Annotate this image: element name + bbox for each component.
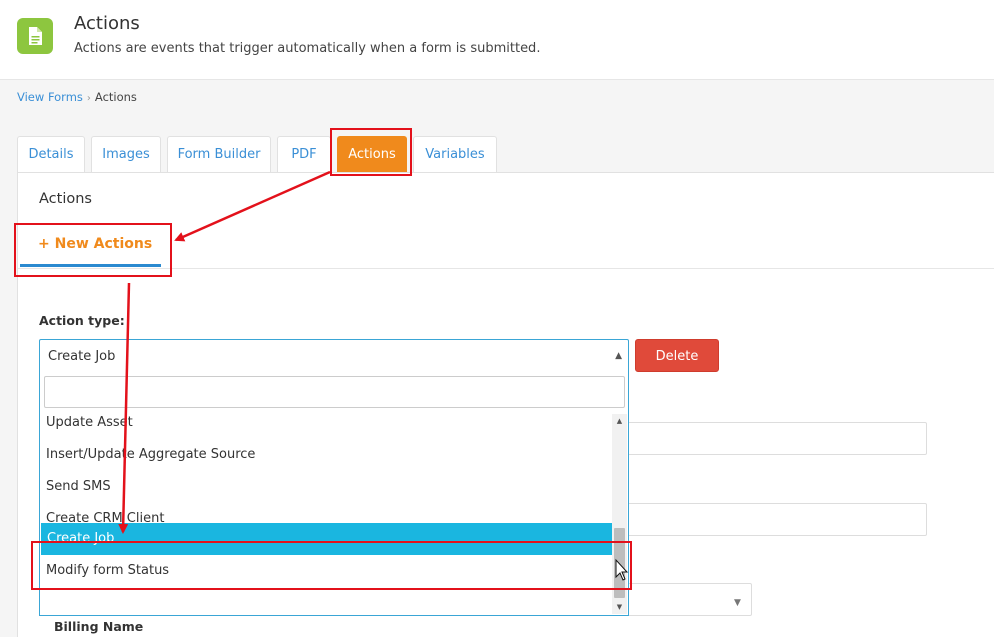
caret-down-icon: ▼ <box>734 598 741 608</box>
action-type-value: Create Job <box>48 349 116 364</box>
page-header: Actions Actions are events that trigger … <box>0 0 994 80</box>
breadcrumb-view-forms[interactable]: View Forms <box>17 90 83 104</box>
delete-button[interactable]: Delete <box>635 339 719 372</box>
breadcrumb-separator: › <box>86 93 91 104</box>
background-input-1[interactable] <box>610 422 927 455</box>
tab-form-builder[interactable]: Form Builder <box>167 136 271 172</box>
document-icon <box>17 18 53 54</box>
option-send-sms[interactable]: Send SMS <box>40 471 612 503</box>
panel-title: Actions <box>39 191 92 207</box>
tab-details[interactable]: Details <box>17 136 85 172</box>
annotation-box-create-job <box>31 541 632 590</box>
caret-up-icon: ▲ <box>615 351 622 361</box>
tab-pdf[interactable]: PDF <box>277 136 331 172</box>
tab-images[interactable]: Images <box>91 136 161 172</box>
option-update-asset[interactable]: Update Asset <box>40 414 612 439</box>
breadcrumb-current: Actions <box>94 90 137 104</box>
scroll-up-icon[interactable]: ▲ <box>612 414 627 428</box>
tab-variables[interactable]: Variables <box>413 136 497 172</box>
background-input-2[interactable] <box>610 503 927 536</box>
action-type-label: Action type: <box>39 313 125 328</box>
breadcrumb: View Forms › Actions <box>17 90 137 104</box>
page-title: Actions <box>74 13 140 34</box>
action-type-select[interactable]: Create Job ▲ <box>39 339 629 373</box>
dropdown-search-input[interactable] <box>44 376 625 408</box>
scroll-down-icon[interactable]: ▼ <box>612 600 627 614</box>
page-subtitle: Actions are events that trigger automati… <box>74 41 541 56</box>
billing-name-label: Billing Name <box>54 619 144 634</box>
annotation-box-actions-tab <box>330 128 412 176</box>
option-insert-update-aggregate-source[interactable]: Insert/Update Aggregate Source <box>40 439 612 471</box>
annotation-box-new-actions <box>14 223 172 277</box>
